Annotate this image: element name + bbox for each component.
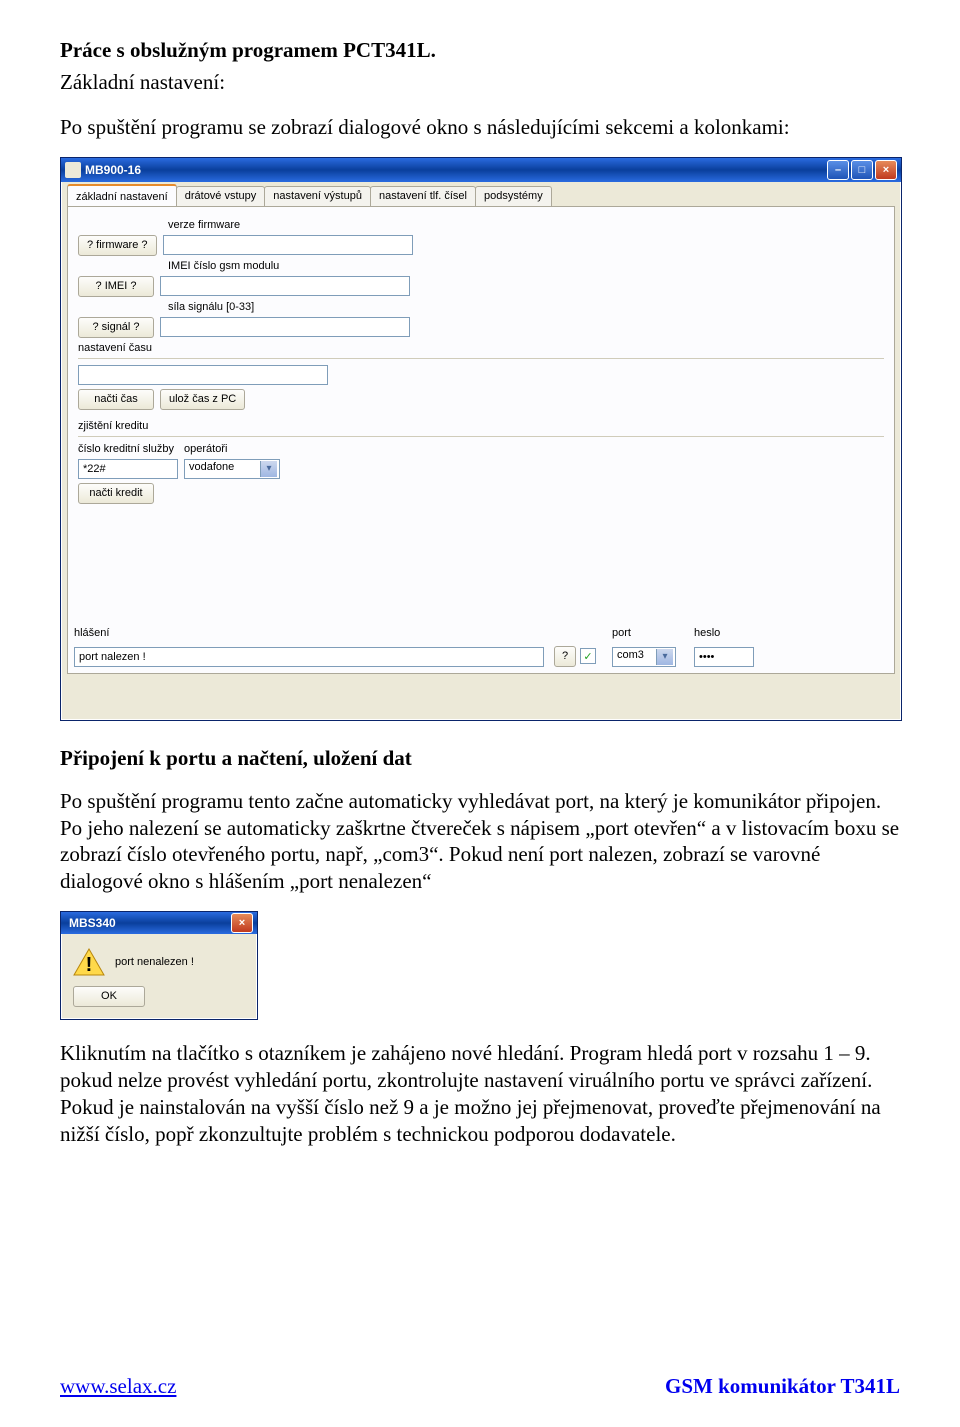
window-close-button[interactable]: ×: [875, 160, 897, 180]
alert-dialog: MBS340 × ! port nenalezen ! OK: [60, 911, 258, 1020]
ksl-label: číslo kreditní služby: [78, 443, 178, 455]
warning-icon: !: [73, 948, 105, 976]
footer-product: GSM komunikátor T341L: [665, 1374, 900, 1399]
alert-close-button[interactable]: ×: [231, 913, 253, 933]
signal-field[interactable]: [160, 317, 410, 337]
tab-zakladni-nastaveni[interactable]: základní nastavení: [67, 184, 177, 206]
alert-ok-button[interactable]: OK: [73, 986, 145, 1007]
tab-body: verze firmware ? firmware ? IMEI číslo g…: [67, 206, 895, 674]
port-open-checkbox[interactable]: ✓: [580, 648, 596, 664]
tab-dratove-vstupy[interactable]: drátové vstupy: [176, 186, 266, 206]
app-titlebar: MB900-16 – □ ×: [61, 158, 901, 182]
footer-bar: hlášení ? ✓ port com3 heslo: [74, 627, 888, 667]
tabs-bar: základní nastavení drátové vstupy nastav…: [67, 186, 901, 206]
tab-nastaveni-tlf-cisel[interactable]: nastavení tlf. čísel: [370, 186, 476, 206]
window-minimize-button[interactable]: –: [827, 160, 849, 180]
section-search-body: Kliknutím na tlačítko s otazníkem je zah…: [60, 1040, 900, 1148]
signal-label: síla signálu [0-33]: [168, 301, 254, 313]
app-icon: [65, 162, 81, 178]
svg-text:!: !: [86, 954, 93, 976]
intro-label: Základní nastavení:: [60, 69, 900, 96]
hlaseni-label: hlášení: [74, 627, 544, 639]
operator-value: vodafone: [189, 461, 234, 473]
port-select[interactable]: com3: [612, 647, 676, 667]
page-footer: www.selax.cz GSM komunikátor T341L: [60, 1374, 900, 1399]
tab-podsystemy[interactable]: podsystémy: [475, 186, 552, 206]
heslo-field[interactable]: [694, 647, 754, 667]
intro-body: Po spuštění programu se zobrazí dialogov…: [60, 114, 900, 141]
time-read-button[interactable]: načti čas: [78, 389, 154, 410]
signal-button[interactable]: ? signál ?: [78, 317, 154, 338]
port-label: port: [612, 627, 631, 639]
time-label: nastavení času: [78, 342, 152, 354]
imei-field[interactable]: [160, 276, 410, 296]
hlaseni-field[interactable]: [74, 647, 544, 667]
port-value: com3: [617, 649, 644, 661]
time-field[interactable]: [78, 365, 328, 385]
heslo-label: heslo: [694, 627, 720, 639]
imei-button[interactable]: ? IMEI ?: [78, 276, 154, 297]
window-maximize-button[interactable]: □: [851, 160, 873, 180]
app-window: MB900-16 – □ × základní nastavení drátov…: [60, 157, 902, 721]
tab-nastaveni-vystupu[interactable]: nastavení výstupů: [264, 186, 371, 206]
operator-label: operátoři: [184, 443, 227, 455]
port-search-button[interactable]: ?: [554, 646, 576, 667]
app-title: MB900-16: [85, 163, 827, 177]
time-save-button[interactable]: ulož čas z PC: [160, 389, 245, 410]
firmware-field[interactable]: [163, 235, 413, 255]
kredit-button[interactable]: načti kredit: [78, 483, 154, 504]
alert-message: port nenalezen !: [115, 956, 194, 968]
firmware-label: verze firmware: [168, 219, 240, 231]
imei-label: IMEI číslo gsm modulu: [168, 260, 279, 272]
ksl-field[interactable]: [78, 459, 178, 479]
alert-titlebar: MBS340 ×: [61, 912, 257, 934]
alert-title: MBS340: [65, 916, 231, 930]
firmware-button[interactable]: ? firmware ?: [78, 235, 157, 256]
section-connection-body: Po spuštění programu tento začne automat…: [60, 788, 900, 896]
section-connection-title: Připojení k portu a načtení, uložení dat: [60, 745, 900, 772]
operator-select[interactable]: vodafone: [184, 459, 280, 479]
kredit-label: zjištění kreditu: [78, 420, 148, 432]
footer-url[interactable]: www.selax.cz: [60, 1374, 176, 1399]
page-title: Práce s obslužným programem PCT341L.: [60, 38, 900, 63]
